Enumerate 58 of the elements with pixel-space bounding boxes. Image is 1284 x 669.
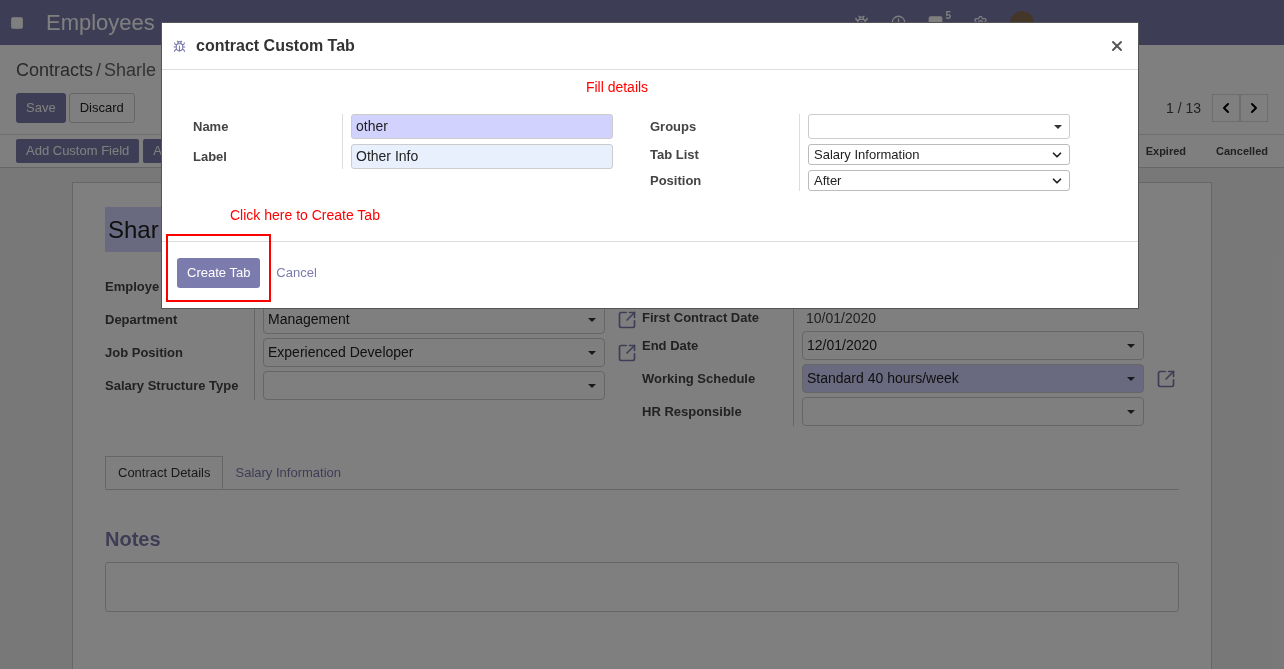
cancel-link[interactable]: Cancel bbox=[276, 258, 317, 288]
bug-icon bbox=[173, 39, 186, 53]
breadcrumb-current: Sharle bbox=[104, 59, 157, 82]
field-label: Position bbox=[650, 171, 702, 190]
field-label: Groups bbox=[650, 117, 697, 136]
select-field[interactable]: Experienced Developer bbox=[263, 338, 605, 367]
action-button[interactable]: Add Custom Field bbox=[16, 139, 140, 163]
form-tab[interactable]: Contract Details bbox=[105, 456, 224, 489]
external-link-icon[interactable] bbox=[617, 309, 637, 330]
field-label: Employe bbox=[105, 277, 160, 296]
save-button[interactable]: Save bbox=[16, 93, 66, 123]
tags-select-field[interactable] bbox=[808, 114, 1070, 139]
dialog-title: contract Custom Tab bbox=[196, 36, 355, 56]
select-field[interactable] bbox=[802, 397, 1144, 426]
caret-icon bbox=[1054, 124, 1062, 129]
field-label: First Contract Date bbox=[642, 309, 760, 328]
notes-heading: Notes bbox=[105, 527, 162, 552]
field-label: HR Responsible bbox=[642, 402, 742, 421]
next-button[interactable] bbox=[1240, 94, 1268, 122]
select-field[interactable] bbox=[263, 371, 605, 400]
field-label: Department bbox=[105, 310, 178, 329]
instruction-text: Fill details bbox=[585, 78, 649, 97]
status-stage[interactable]: Cancelled bbox=[1201, 142, 1283, 160]
field-label: Label bbox=[193, 147, 227, 166]
instruction-text: Click here to Create Tab bbox=[230, 207, 380, 223]
form-tab[interactable]: Salary Information bbox=[223, 456, 353, 489]
apps-menu-icon[interactable] bbox=[10, 15, 24, 30]
field-label: Working Schedule bbox=[642, 369, 756, 388]
text-input[interactable]: other bbox=[351, 114, 613, 139]
pager-value: 1 / 13 bbox=[1165, 98, 1201, 118]
discard-button[interactable]: Discard bbox=[68, 93, 135, 123]
previous-button[interactable] bbox=[1212, 94, 1240, 122]
select-field[interactable]: 12/01/2020 bbox=[802, 331, 1144, 360]
field-label: End Date bbox=[642, 336, 699, 355]
breadcrumb-separator: / bbox=[96, 59, 102, 82]
caret-icon bbox=[1127, 343, 1135, 348]
caret-icon bbox=[1127, 409, 1135, 414]
field-value: 10/01/2020 bbox=[805, 308, 878, 328]
breadcrumb-link[interactable]: Contracts bbox=[16, 57, 94, 84]
field-label: Job Position bbox=[105, 343, 183, 362]
caret-icon bbox=[588, 317, 596, 322]
text-input[interactable]: Other Info bbox=[351, 144, 613, 169]
external-link-icon[interactable] bbox=[617, 342, 637, 363]
select-field[interactable]: Salary Information bbox=[808, 144, 1070, 165]
select-field[interactable]: After bbox=[808, 170, 1070, 191]
external-link-icon[interactable] bbox=[1156, 368, 1176, 389]
app-title: Employees bbox=[46, 9, 155, 37]
field-label: Name bbox=[193, 117, 229, 136]
notes-field[interactable] bbox=[105, 562, 1179, 612]
close-icon[interactable] bbox=[1109, 38, 1125, 54]
caret-icon bbox=[588, 350, 596, 355]
caret-icon bbox=[1127, 376, 1135, 381]
create-tab-button[interactable]: Create Tab bbox=[177, 258, 261, 288]
caret-icon bbox=[588, 383, 596, 388]
field-label: Tab List bbox=[650, 145, 699, 164]
message-count: 5 bbox=[945, 9, 951, 23]
field-label: Salary Structure Type bbox=[105, 376, 239, 395]
select-field[interactable]: Standard 40 hours/week bbox=[802, 364, 1144, 393]
